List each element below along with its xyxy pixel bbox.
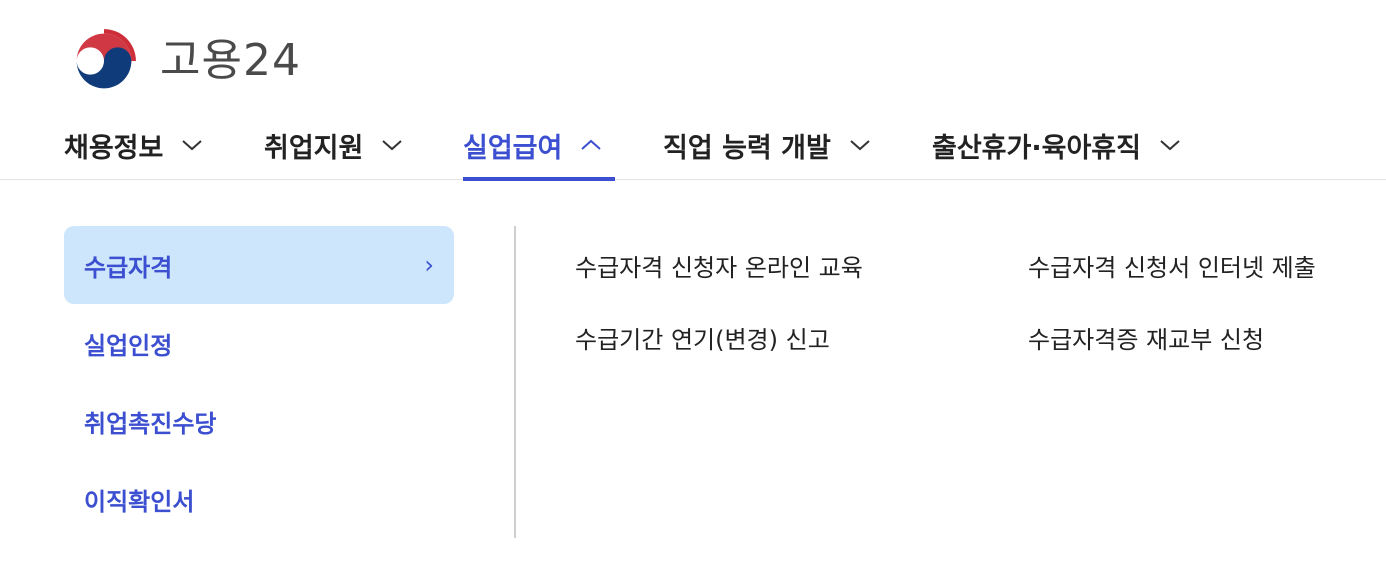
submenu-divider xyxy=(514,226,516,538)
nav-item-employment-support[interactable]: 취업지원 xyxy=(264,110,403,180)
submenu-item-label: 실업인정 xyxy=(84,331,173,360)
main-nav: 채용정보 취업지원 실업급여 직업 능력 개발 출산휴가·육아휴직 xyxy=(0,110,1386,181)
nav-item-label: 출산휴가·육아휴직 xyxy=(932,132,1141,164)
site-logo[interactable]: 고용24 xyxy=(66,24,301,98)
chevron-down-icon xyxy=(382,140,403,151)
taegeuk-logo-icon xyxy=(76,29,136,89)
submenu-item-label: 취업촉진수당 xyxy=(84,409,217,438)
submenu-item-employment-promotion-allowance[interactable]: 취업촉진수당 xyxy=(64,382,454,460)
nav-item-unemployment-benefits[interactable]: 실업급여 xyxy=(463,110,615,181)
nav-item-recruitment[interactable]: 채용정보 xyxy=(64,110,203,180)
chevron-down-icon xyxy=(1160,140,1180,151)
site-name: 고용24 xyxy=(160,35,301,86)
submenu-item-label: 이직확인서 xyxy=(84,487,195,516)
nav-item-label: 실업급여 xyxy=(463,132,563,164)
submenu-link-certificate-reissue[interactable]: 수급자격증 재교부 신청 xyxy=(1028,320,1264,355)
submenu-link-online-education[interactable]: 수급자격 신청자 온라인 교육 xyxy=(575,248,863,283)
submenu-categories: 수급자격 › 실업인정 취업촉진수당 이직확인서 xyxy=(64,226,454,538)
nav-item-label: 직업 능력 개발 xyxy=(663,132,831,164)
chevron-down-icon xyxy=(850,140,870,151)
submenu-item-separation-confirmation[interactable]: 이직확인서 xyxy=(64,460,454,538)
chevron-down-icon xyxy=(182,140,203,151)
nav-item-label: 채용정보 xyxy=(64,132,164,164)
submenu-item-label: 수급자격 xyxy=(84,253,173,282)
submenu-item-eligibility[interactable]: 수급자격 › xyxy=(64,226,454,304)
chevron-up-icon xyxy=(581,139,602,150)
submenu-item-unemployment-recognition[interactable]: 실업인정 xyxy=(64,304,454,382)
nav-item-label: 취업지원 xyxy=(264,132,364,164)
submenu-link-period-extension[interactable]: 수급기간 연기(변경) 신고 xyxy=(575,320,830,355)
chevron-right-icon: › xyxy=(424,251,434,279)
nav-item-vocational-training[interactable]: 직업 능력 개발 xyxy=(663,110,871,180)
submenu-link-internet-application[interactable]: 수급자격 신청서 인터넷 제출 xyxy=(1028,248,1316,283)
nav-item-parental-leave[interactable]: 출산휴가·육아휴직 xyxy=(932,110,1181,180)
